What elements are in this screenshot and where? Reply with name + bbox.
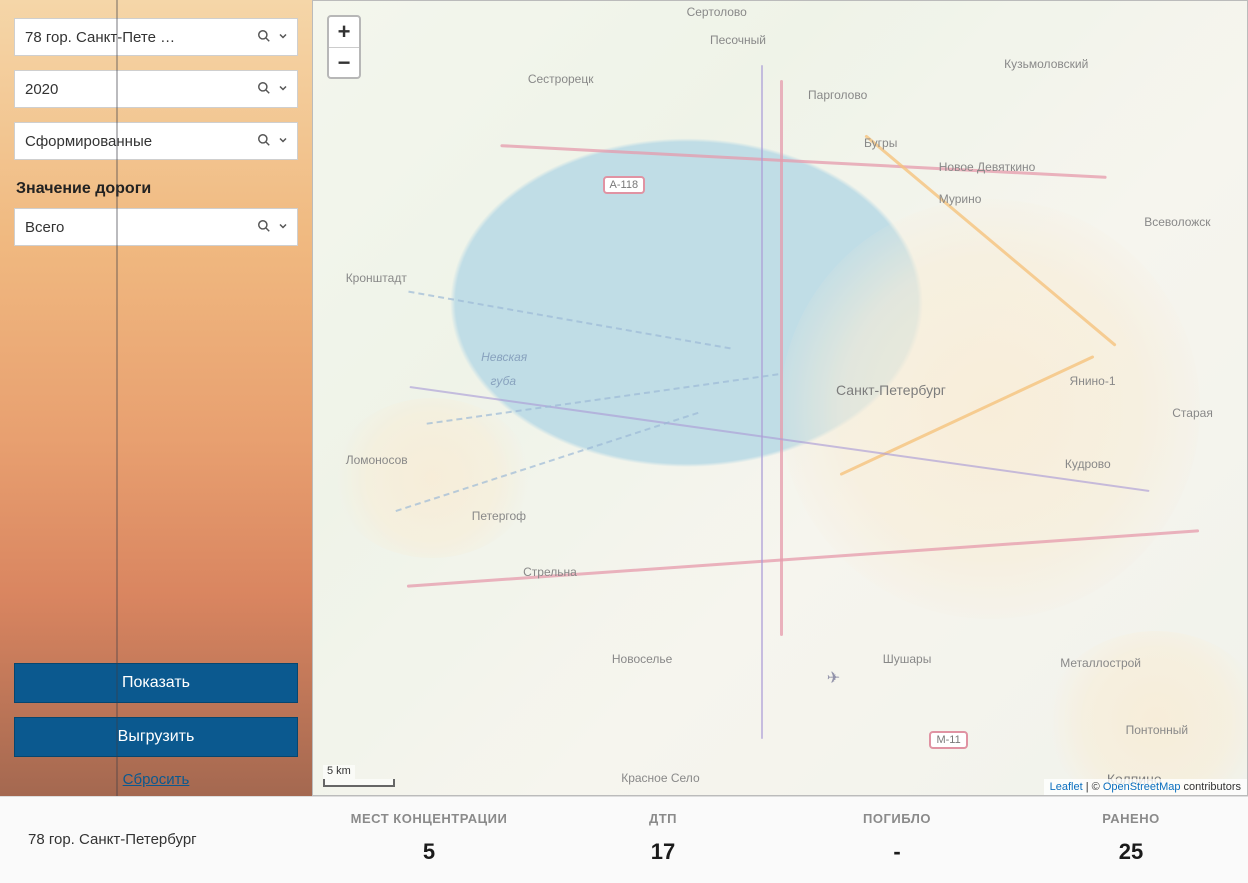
zoom-control: + −	[327, 15, 361, 79]
stats-header-injured: РАНЕНО	[1014, 797, 1248, 833]
chevron-down-icon	[277, 134, 289, 149]
map-label-lomonosov: Ломоносов	[346, 453, 408, 467]
map-label-pesochny: Песочный	[710, 33, 766, 47]
map-label-water2: губа	[490, 374, 516, 388]
airport-icon: ✈	[827, 668, 840, 688]
region-select[interactable]: 78 гор. Санкт-Пете …	[14, 18, 298, 56]
map-label-bugry: Бугры	[864, 136, 897, 150]
map-label-shushary: Шушары	[883, 652, 932, 666]
stats-grid: МЕСТ КОНЦЕНТРАЦИИ ДТП ПОГИБЛО РАНЕНО 5 1…	[312, 797, 1248, 883]
stats-value-places: 5	[312, 833, 546, 883]
map-label-strelna: Стрельна	[523, 565, 577, 579]
map-surface[interactable]: Санкт-Петербург Невская губа Кронштадт С…	[313, 1, 1247, 795]
show-button[interactable]: Показать	[14, 663, 298, 703]
chevron-down-icon	[277, 82, 289, 97]
reset-link-label: Сбросить	[123, 771, 190, 788]
search-icon	[257, 133, 271, 150]
map-label-yanino: Янино-1	[1070, 374, 1116, 388]
map-label-pontonny: Понтонный	[1126, 723, 1189, 737]
osm-link[interactable]: OpenStreetMap	[1103, 781, 1181, 793]
stats-region-cell: 78 гор. Санкт-Петербург	[0, 797, 312, 883]
map-label-vsevolozhsk: Всеволожск	[1144, 215, 1210, 229]
main-area: 78 гор. Санкт-Пете … 2020 Сформированные	[0, 0, 1248, 796]
stats-value-injured: 25	[1014, 833, 1248, 883]
stats-header-deaths: ПОГИБЛО	[780, 797, 1014, 833]
map-label-novoselie: Новоселье	[612, 652, 672, 666]
export-button-label: Выгрузить	[118, 728, 195, 746]
map-attribution: Leaflet | © OpenStreetMap contributors	[1044, 779, 1247, 795]
chevron-down-icon	[277, 30, 289, 45]
map-label-petergof: Петергоф	[472, 509, 526, 523]
map-label-kuzmolovsky: Кузьмоловский	[1004, 57, 1088, 71]
stats-bar: 78 гор. Санкт-Петербург МЕСТ КОНЦЕНТРАЦИ…	[0, 796, 1248, 883]
chevron-down-icon	[277, 220, 289, 235]
zoom-out-button[interactable]: −	[329, 47, 359, 77]
show-button-label: Показать	[122, 674, 190, 692]
status-select-value: Сформированные	[25, 133, 251, 150]
map-label-devyatkino: Новое Девяткино	[939, 160, 1036, 174]
stats-region-name: 78 гор. Санкт-Петербург	[28, 831, 197, 848]
road-significance-value: Всего	[25, 219, 251, 236]
map-label-staraya: Старая	[1172, 406, 1213, 420]
map-label-krasnoe: Красное Село	[621, 771, 699, 785]
map-label-city: Санкт-Петербург	[836, 382, 946, 398]
map-label-pargolovo: Парголово	[808, 88, 867, 102]
stats-value-accidents: 17	[546, 833, 780, 883]
search-icon	[257, 219, 271, 236]
map-container[interactable]: Санкт-Петербург Невская губа Кронштадт С…	[312, 0, 1248, 796]
search-icon	[257, 81, 271, 98]
map-label-sestroretsk: Сестрорецк	[528, 72, 594, 86]
export-button[interactable]: Выгрузить	[14, 717, 298, 757]
year-select-value: 2020	[25, 81, 251, 98]
reset-link[interactable]: Сбросить	[14, 771, 298, 788]
road-shield-m11: М-11	[929, 731, 967, 749]
map-label-metallostroy: Металлострой	[1060, 656, 1141, 670]
stats-value-deaths: -	[780, 833, 1014, 883]
year-select[interactable]: 2020	[14, 70, 298, 108]
map-label-kronstadt: Кронштадт	[346, 271, 407, 285]
leaflet-link[interactable]: Leaflet	[1050, 781, 1083, 793]
region-select-value: 78 гор. Санкт-Пете …	[25, 29, 251, 46]
scale-bar: 5 km	[323, 765, 395, 787]
road-significance-label: Значение дороги	[16, 180, 298, 198]
scale-label: 5 km	[323, 765, 355, 779]
status-select[interactable]: Сформированные	[14, 122, 298, 160]
sidebar: 78 гор. Санкт-Пете … 2020 Сформированные	[0, 0, 312, 796]
road-significance-select[interactable]: Всего	[14, 208, 298, 246]
map-label-sertolovo: Сертолово	[687, 5, 747, 19]
stats-header-places: МЕСТ КОНЦЕНТРАЦИИ	[312, 797, 546, 833]
road-shield-a118: А-118	[603, 176, 646, 194]
map-label-murino: Мурино	[939, 192, 982, 206]
stats-header-accidents: ДТП	[546, 797, 780, 833]
map-label-water: Невская	[481, 350, 527, 364]
zoom-in-button[interactable]: +	[329, 17, 359, 47]
map-label-kudrovo: Кудрово	[1065, 457, 1111, 471]
search-icon	[257, 29, 271, 46]
